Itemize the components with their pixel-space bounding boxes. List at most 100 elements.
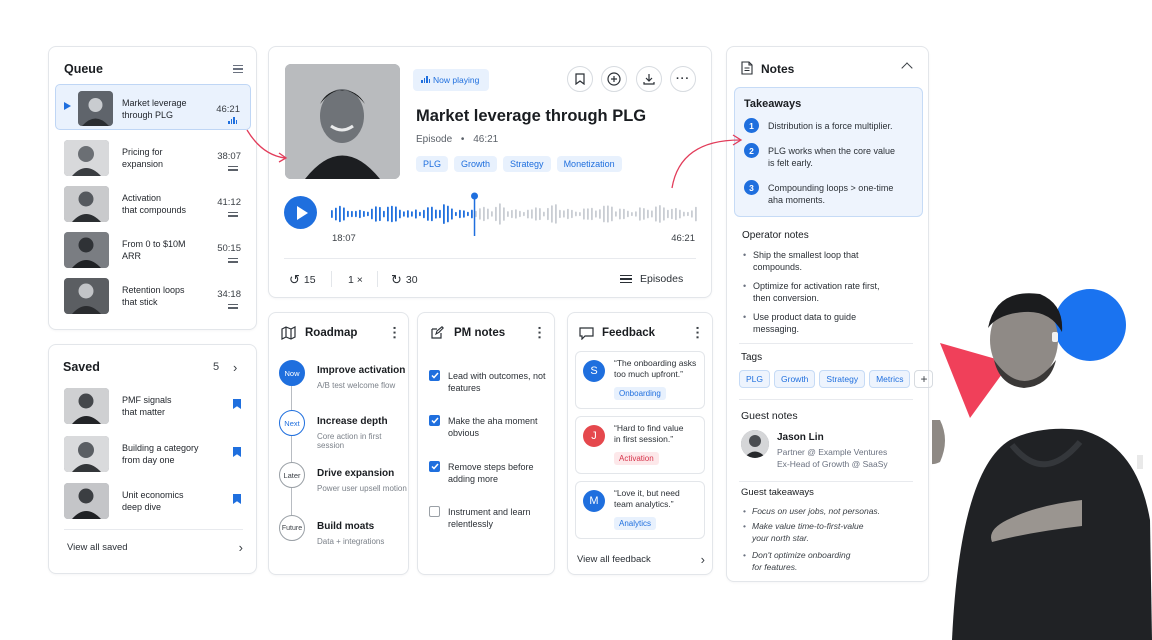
waveform-bar [611, 206, 613, 222]
playback-speed-button[interactable]: 1 × [348, 274, 363, 286]
waveform-bar [347, 210, 349, 218]
waveform-bar [531, 209, 533, 219]
drag-handle-icon[interactable] [228, 302, 238, 311]
roadmap-item-title: Improve activation [317, 365, 406, 376]
waveform-bar [635, 211, 637, 217]
feedback-tag[interactable]: Activation [614, 452, 659, 465]
add-tag-button[interactable]: + [914, 370, 934, 388]
more-options-button[interactable]: ··· [670, 66, 696, 92]
more-vertical-icon[interactable]: ··· [532, 326, 548, 340]
more-vertical-icon[interactable]: ··· [690, 326, 706, 340]
tag-chip[interactable]: PLG [416, 156, 449, 172]
saved-item-1[interactable]: PMF signals that matter [55, 383, 251, 429]
saved-item-3[interactable]: Unit economics deep dive [55, 478, 251, 524]
chevron-right-icon[interactable]: › [233, 360, 237, 375]
waveform-bar [507, 211, 509, 217]
waveform-bar [619, 208, 621, 220]
queue-item-3[interactable]: Activation that compounds 41:12 [55, 181, 251, 227]
audio-waveform[interactable] [331, 192, 699, 236]
waveform-bar [371, 208, 373, 220]
waveform-bar [575, 211, 577, 217]
play-button[interactable] [284, 196, 317, 229]
waveform-bar [499, 203, 501, 225]
more-vertical-icon[interactable]: ··· [387, 326, 403, 340]
checkbox-checked[interactable] [429, 415, 440, 426]
roadmap-title: Roadmap [305, 327, 358, 339]
waveform-bar [519, 210, 521, 218]
roadmap-item-title: Drive expansion [317, 468, 395, 479]
feedback-tag[interactable]: Analytics [614, 517, 657, 530]
checkbox-checked[interactable] [429, 370, 440, 381]
guest-notes-title: Guest notes [741, 410, 798, 422]
queue-item-5[interactable]: Retention loops that stick 34:18 [55, 273, 251, 319]
waveform-bar [511, 209, 513, 219]
episode-cover-image [285, 64, 400, 179]
waveform-bar [607, 205, 609, 223]
list-menu-icon[interactable] [233, 63, 243, 75]
pm-notes-panel: PM notes ··· Lead with outcomes, not feat… [417, 312, 555, 575]
add-to-queue-button[interactable] [601, 66, 627, 92]
waveform-bar [695, 206, 697, 222]
feedback-title: Feedback [602, 327, 656, 339]
waveform-bar [587, 208, 589, 220]
drag-handle-icon[interactable] [228, 210, 238, 219]
feedback-item[interactable]: J “Hard to find value in first session.” … [575, 416, 705, 474]
waveform-bar [627, 210, 629, 218]
playhead-handle[interactable] [471, 192, 479, 200]
bookmark-button[interactable] [567, 66, 593, 92]
chevron-up-icon[interactable] [901, 62, 913, 74]
view-all-feedback-link[interactable]: View all feedback › [577, 552, 705, 567]
waveform-bar [495, 206, 497, 222]
episode-thumbnail [64, 388, 109, 424]
waveform-bar [491, 211, 493, 217]
waveform-bar [675, 207, 677, 221]
feedback-item[interactable]: M “Love it, but need team analytics.” Ana… [575, 481, 705, 539]
queue-item-4[interactable]: From 0 to $10M ARR 50:15 [55, 227, 251, 273]
takeaways-title: Takeaways [744, 98, 802, 110]
total-time: 46:21 [671, 233, 695, 244]
feedback-item[interactable]: S “The onboarding asks too much upfront.”… [575, 351, 705, 409]
bookmark-outline-icon [575, 73, 585, 85]
feedback-tag[interactable]: Onboarding [614, 387, 666, 400]
queue-item-2[interactable]: Pricing for expansion 38:07 [55, 135, 251, 181]
feedback-quote: “Hard to find value in first session.” [614, 423, 684, 444]
tag-chip[interactable]: Metrics [869, 370, 911, 388]
skip-forward-button[interactable]: ↻ 30 [391, 272, 418, 288]
checkbox-checked[interactable] [429, 461, 440, 472]
waveform-bar [579, 212, 581, 217]
queue-item-duration: 46:21 [216, 104, 240, 115]
skip-back-button[interactable]: ↺ 15 [289, 272, 316, 288]
tag-chip[interactable]: Growth [454, 156, 498, 172]
checkbox-unchecked[interactable] [429, 506, 440, 517]
tag-chip[interactable]: Strategy [819, 370, 866, 388]
tag-chip[interactable]: Monetization [556, 156, 622, 172]
bookmark-icon[interactable] [233, 447, 241, 457]
waveform-bar [463, 210, 465, 218]
tag-chip[interactable]: Strategy [503, 156, 551, 172]
waveform-bar [359, 209, 361, 219]
tag-chip[interactable]: PLG [739, 370, 771, 388]
view-all-saved-link[interactable]: View all saved › [67, 540, 243, 555]
waveform-bar [515, 209, 517, 219]
chat-bubble-icon [579, 327, 594, 340]
saved-item-title: Unit economics deep dive [122, 490, 184, 512]
queue-item-duration: 50:15 [217, 243, 241, 254]
waveform-bar [567, 208, 569, 220]
tag-chip[interactable]: Growth [774, 370, 816, 388]
download-button[interactable] [636, 66, 662, 92]
queue-item-title: Pricing for expansion [122, 147, 164, 169]
waveform-bar [591, 207, 593, 221]
bookmark-icon[interactable] [233, 399, 241, 409]
bookmark-icon[interactable] [233, 494, 241, 504]
queue-item-title: Activation that compounds [122, 193, 187, 215]
queue-item-1[interactable]: Market leverage through PLG 46:21 [55, 84, 251, 130]
waveform-bar [583, 208, 585, 220]
waveform-bar [351, 210, 353, 218]
drag-handle-icon[interactable] [228, 164, 238, 173]
waveform-bar [571, 209, 573, 219]
episodes-button[interactable]: Episodes [620, 273, 683, 285]
drag-handle-icon[interactable] [228, 256, 238, 265]
waveform-bar [363, 210, 365, 217]
saved-item-2[interactable]: Building a category from day one [55, 431, 251, 477]
operator-note: Ship the smallest loop thatcompounds. [743, 249, 903, 273]
